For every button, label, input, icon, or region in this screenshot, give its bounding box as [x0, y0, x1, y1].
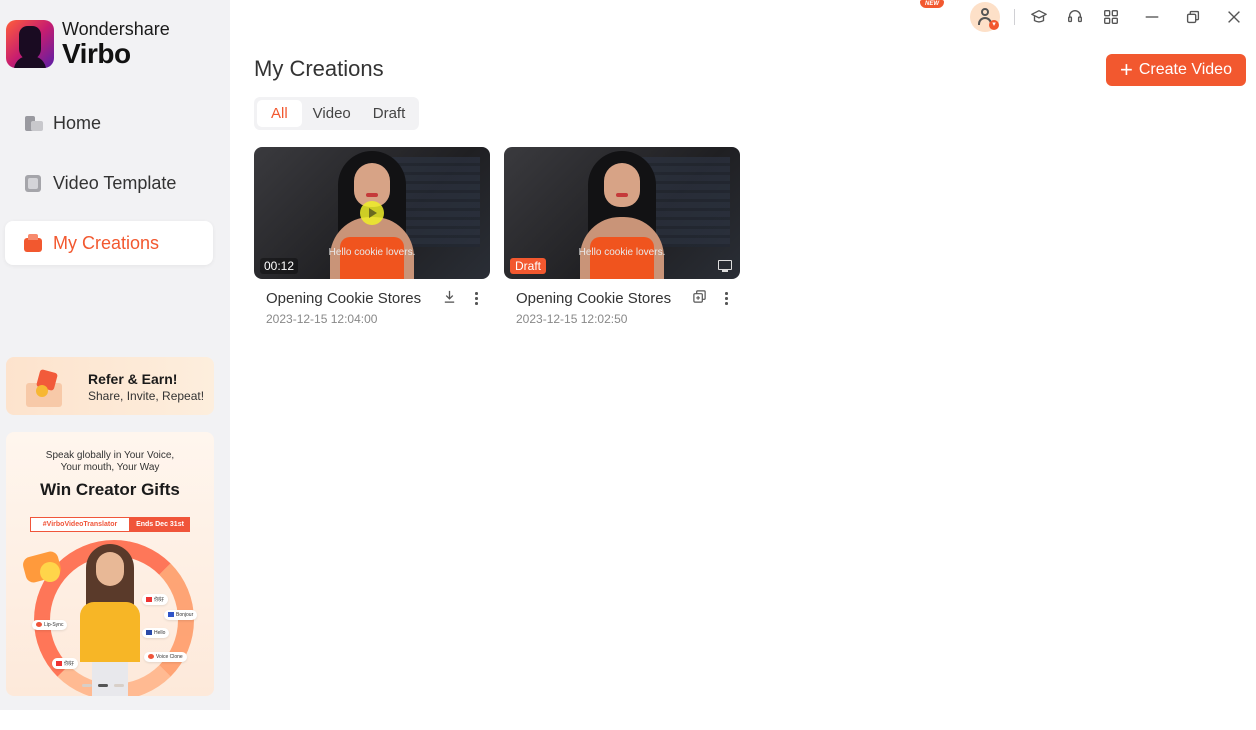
sidebar-item-label: Home — [53, 112, 102, 133]
apps-button[interactable] — [1100, 6, 1122, 28]
refer-earn-banner[interactable]: Refer & Earn! Share, Invite, Repeat! — [6, 357, 214, 415]
promo-person-face — [96, 552, 124, 586]
sidebar-item-my-creations[interactable]: My Creations — [5, 221, 213, 265]
draft-badge: Draft — [510, 258, 547, 274]
chip-lang-1: 你好 — [142, 594, 169, 605]
play-icon[interactable] — [360, 201, 384, 225]
logo-company: Wondershare — [62, 19, 170, 39]
promo-person-top — [80, 602, 140, 662]
card-title: Opening Cookie Stores — [266, 290, 422, 307]
duplicate-button[interactable] — [690, 289, 708, 307]
promo-tagline-line1: Speak globally in Your Voice, — [45, 450, 175, 461]
download-button[interactable] — [440, 289, 458, 307]
close-button[interactable] — [1223, 6, 1245, 28]
promo-hashtag-bar: #VirboVideoTranslator Ends Dec 31st — [30, 517, 190, 532]
graduation-cap-icon — [1031, 10, 1047, 23]
tutorial-button[interactable] — [1028, 6, 1050, 28]
chevron-down-icon: ▾ — [989, 20, 999, 30]
promo-tagline-line2: Your mouth, Your Way — [60, 462, 160, 473]
create-video-label: Create Video — [1138, 61, 1232, 78]
thumbnail-caption: Hello cookie lovers. — [328, 247, 416, 258]
support-button[interactable] — [1064, 6, 1086, 28]
refer-title: Refer & Earn! — [88, 371, 178, 387]
toolbar-divider — [1014, 9, 1015, 25]
tab-video[interactable]: Video — [302, 100, 362, 127]
headset-icon — [1068, 10, 1082, 23]
restore-icon — [1186, 10, 1200, 24]
filter-tabs: All Video Draft — [254, 97, 420, 130]
chip-lip-sync: Lip-Sync — [32, 620, 68, 630]
video-thumbnail[interactable]: Hello cookie lovers. 00:12 — [254, 147, 490, 279]
template-icon — [23, 173, 43, 193]
card-title: Opening Cookie Stores — [516, 290, 672, 307]
chip-label: Hello — [154, 630, 166, 636]
user-avatar[interactable]: ▾ — [970, 2, 1000, 32]
sidebar-item-video-template[interactable]: Video Template — [5, 161, 213, 205]
more-options-button[interactable] — [469, 289, 483, 307]
page-title: My Creations — [254, 56, 384, 81]
sidebar-item-label: Video Template — [53, 172, 177, 193]
sidebar-item-home[interactable]: Home — [5, 101, 213, 145]
card-date: 2023-12-15 12:02:50 — [516, 312, 628, 326]
virbo-logo-icon — [6, 20, 54, 68]
download-icon — [444, 290, 454, 303]
logo-product: Virbo — [62, 38, 131, 69]
thumbnail-caption: Hello cookie lovers. — [578, 247, 666, 258]
chip-lang-4: 你好 — [52, 658, 79, 669]
refer-subtitle: Share, Invite, Repeat! — [88, 389, 205, 403]
plus-icon: + — [1120, 57, 1133, 82]
app-logo: Wondershare Virbo — [6, 20, 170, 68]
promo-banner[interactable]: Speak globally in Your Voice, Your mouth… — [6, 432, 214, 696]
video-thumbnail[interactable]: Hello cookie lovers. Draft — [504, 147, 740, 279]
sidebar: Wondershare Virbo Home Video Template My… — [0, 0, 230, 710]
creation-card[interactable]: Hello cookie lovers. Draft Opening Cooki… — [504, 147, 740, 326]
create-video-button[interactable]: + Create Video — [1106, 54, 1246, 86]
creation-card[interactable]: Hello cookie lovers. 00:12 Opening Cooki… — [254, 147, 490, 326]
more-options-button[interactable] — [719, 289, 733, 307]
grid-icon — [1104, 10, 1118, 24]
minimize-button[interactable] — [1141, 6, 1163, 28]
sidebar-item-label: My Creations — [53, 232, 160, 253]
duplicate-icon — [692, 290, 706, 303]
home-icon — [23, 113, 43, 133]
gift-icon — [18, 367, 72, 409]
new-badge: NEW — [920, 0, 944, 8]
monitor-icon — [718, 260, 732, 272]
promo-deadline: Ends Dec 31st — [130, 517, 190, 532]
tab-draft[interactable]: Draft — [362, 100, 417, 127]
restore-button[interactable] — [1182, 6, 1204, 28]
chip-lang-3: Hello — [142, 628, 170, 638]
main-content: NEW ▾ My Creations + Create Video All Vi… — [230, 0, 1256, 710]
promo-headline: Win Creator Gifts — [40, 480, 180, 499]
user-icon — [981, 8, 989, 16]
card-date: 2023-12-15 12:04:00 — [266, 312, 378, 326]
promo-hashtag: #VirboVideoTranslator — [30, 517, 130, 532]
close-icon — [1228, 11, 1240, 23]
chip-label: Bonjour — [176, 612, 194, 618]
chip-label: 你好 — [154, 597, 165, 603]
chip-voice-clone: Voice Clone — [144, 652, 187, 662]
chip-lang-2: Bonjour — [164, 610, 198, 620]
chip-label: Lip-Sync — [44, 622, 64, 628]
carousel-dots[interactable] — [82, 684, 124, 687]
app-window: Wondershare Virbo Home Video Template My… — [0, 0, 1256, 710]
carousel-dot-active[interactable] — [98, 684, 108, 687]
carousel-dot[interactable] — [82, 684, 92, 687]
promo-person-legs — [92, 662, 128, 696]
duration-badge: 00:12 — [260, 258, 299, 274]
carousel-dot[interactable] — [114, 684, 124, 687]
promo-tagline: Speak globally in Your Voice, Your mouth… — [6, 450, 214, 474]
chip-label: Voice Clone — [156, 654, 183, 660]
tab-all[interactable]: All — [257, 100, 302, 127]
creations-icon — [23, 233, 43, 253]
minimize-icon — [1145, 16, 1159, 18]
candy-graphic-2 — [40, 562, 60, 582]
chip-label: 你好 — [64, 661, 75, 667]
